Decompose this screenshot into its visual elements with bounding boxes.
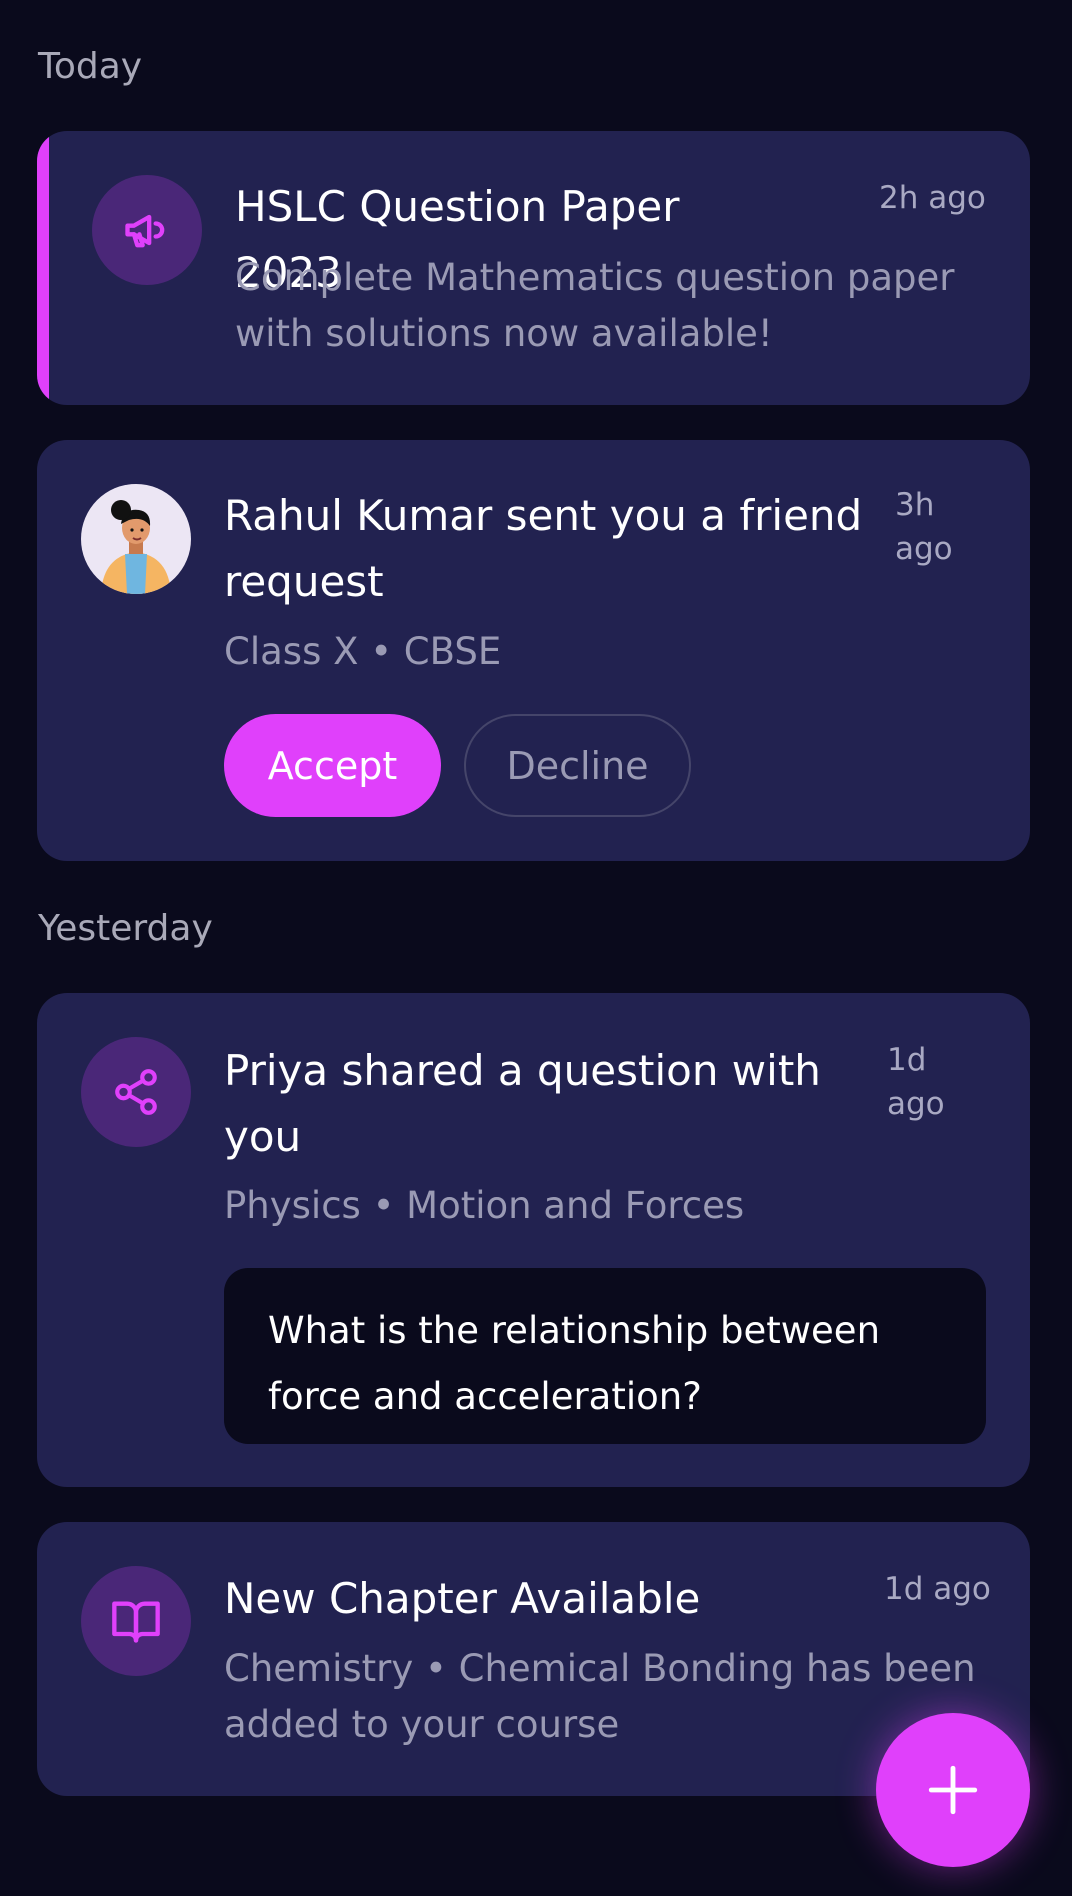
- notification-time: 1d ago: [884, 1571, 991, 1607]
- share-icon: [115, 1069, 157, 1115]
- shared-question-preview[interactable]: What is the relationship between force a…: [224, 1268, 986, 1444]
- notification-card-announcement[interactable]: HSLC Question Paper 2023 2h ago Complete…: [37, 131, 1030, 405]
- notification-subtitle: Class X • CBSE: [224, 630, 502, 673]
- section-label-today: Today: [38, 46, 143, 87]
- add-fab-button[interactable]: [876, 1713, 1030, 1867]
- notification-card-friend-request[interactable]: Rahul Kumar sent you a friend request 3h…: [37, 440, 1030, 861]
- plus-icon: [928, 1765, 978, 1815]
- notification-title: New Chapter Available: [224, 1574, 701, 1623]
- notification-icon-badge: [81, 1037, 191, 1147]
- megaphone-icon: [125, 214, 165, 248]
- notification-time: 1d ago: [887, 1042, 945, 1122]
- notification-card-shared-question[interactable]: Priya shared a question with you 1d ago …: [37, 993, 1030, 1487]
- notification-title: Priya shared a question with you: [224, 1046, 821, 1161]
- notification-subtitle: Physics • Motion and Forces: [224, 1184, 745, 1227]
- notification-time: 2h ago: [879, 180, 986, 216]
- notification-body: Chemistry • Chemical Bonding has been ad…: [224, 1647, 976, 1746]
- notification-icon-badge: [92, 175, 202, 285]
- notification-card-new-chapter[interactable]: New Chapter Available 1d ago Chemistry •…: [37, 1522, 1030, 1796]
- unread-accent-bar: [37, 131, 49, 405]
- accept-button[interactable]: Accept: [224, 714, 441, 817]
- notification-time: 3h ago: [895, 487, 953, 567]
- book-icon: [112, 1601, 160, 1643]
- notification-body: Complete Mathematics question paper with…: [235, 256, 955, 355]
- notification-icon-badge: [81, 1566, 191, 1676]
- avatar: [81, 484, 191, 594]
- section-label-yesterday: Yesterday: [38, 908, 213, 949]
- notification-title: Rahul Kumar sent you a friend request: [224, 491, 863, 606]
- decline-button[interactable]: Decline: [464, 714, 691, 817]
